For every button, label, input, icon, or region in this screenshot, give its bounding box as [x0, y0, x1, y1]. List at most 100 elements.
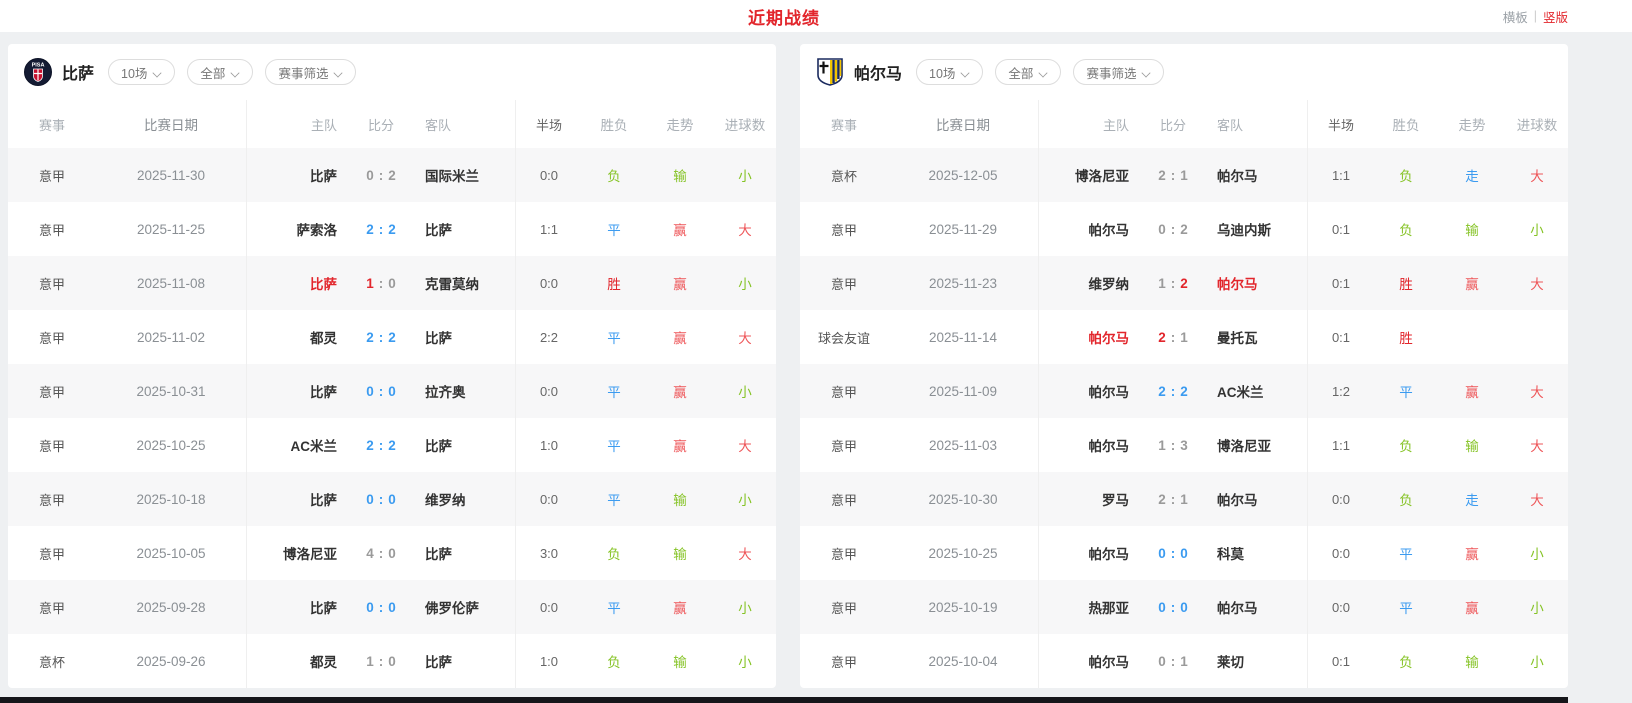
trend-cell: 输	[1438, 219, 1506, 239]
match-date-cell: 2025-10-18	[96, 492, 246, 507]
match-row[interactable]: 意甲 2025-09-28 比萨 0:0 佛罗伦萨 0:0 平 赢 小	[8, 580, 776, 634]
score-home: 1	[1158, 276, 1166, 291]
table-body: 意甲 2025-11-30 比萨 0:2 国际米兰 0:0 负 输 小 意甲 2…	[8, 148, 776, 688]
match-row[interactable]: 意甲 2025-10-19 热那亚 0:0 帕尔马 0:0 平 赢 小	[800, 580, 1568, 634]
away-team: 科莫	[1205, 543, 1307, 563]
layout-horizontal-link[interactable]: 横板	[1503, 7, 1528, 26]
win-loss-cell: 负	[1374, 489, 1438, 509]
filter-group: 10场 全部 赛事筛选	[916, 59, 1164, 85]
match-row[interactable]: 意杯 2025-09-26 都灵 1:0 比萨 1:0 负 输 小	[8, 634, 776, 688]
competition-cell: 意杯	[8, 652, 96, 671]
win-loss-cell: 胜	[582, 273, 646, 293]
match-row[interactable]: 意甲 2025-10-25 AC米兰 2:2 比萨 1:0 平 赢 大	[8, 418, 776, 472]
trend-cell: 走	[1438, 165, 1506, 185]
match-row[interactable]: 意甲 2025-11-08 比萨 1:0 克雷莫纳 0:0 胜 赢 小	[8, 256, 776, 310]
match-date-cell: 2025-10-19	[888, 600, 1038, 615]
win-loss-cell: 负	[1374, 435, 1438, 455]
score-home: 2	[1158, 330, 1166, 345]
home-team: 比萨	[247, 597, 349, 617]
filter-dropdown[interactable]: 全部	[187, 59, 253, 85]
match-row[interactable]: 意甲 2025-10-30 罗马 2:1 帕尔马 0:0 负 走 大	[800, 472, 1568, 526]
filter-dropdown[interactable]: 10场	[916, 59, 983, 85]
match-row[interactable]: 意甲 2025-10-04 帕尔马 0:1 莱切 0:1 负 输 小	[800, 634, 1568, 688]
match-row[interactable]: 意甲 2025-11-30 比萨 0:2 国际米兰 0:0 负 输 小	[8, 148, 776, 202]
svg-text:PISA: PISA	[32, 63, 45, 69]
score: 1:0	[349, 654, 413, 669]
match-row[interactable]: 意甲 2025-11-09 帕尔马 2:2 AC米兰 1:2 平 赢 大	[800, 364, 1568, 418]
halftime-score-cell: 0:1	[1308, 330, 1374, 345]
match-date-cell: 2025-11-23	[888, 276, 1038, 291]
trend-cell: 赢	[646, 381, 714, 401]
match-date-cell: 2025-11-30	[96, 168, 246, 183]
competition-cell: 意甲	[8, 544, 96, 563]
bottom-scroll-bar[interactable]	[0, 697, 1568, 703]
score-colon: :	[379, 168, 384, 183]
trend-cell: 赢	[1438, 381, 1506, 401]
layout-vertical-link[interactable]: 竖版	[1543, 7, 1568, 26]
match-row[interactable]: 意甲 2025-10-18 比萨 0:0 维罗纳 0:0 平 输 小	[8, 472, 776, 526]
col-header-halftime: 半场	[516, 115, 582, 134]
score-home: 0	[366, 168, 374, 183]
filter-dropdown[interactable]: 10场	[108, 59, 175, 85]
goals-over-under-cell: 小	[714, 165, 776, 185]
score-away: 0	[388, 276, 396, 291]
goals-over-under-cell: 小	[1506, 543, 1568, 563]
score-colon: :	[1171, 222, 1176, 237]
match-row[interactable]: 意甲 2025-11-23 维罗纳 1:2 帕尔马 0:1 胜 赢 大	[800, 256, 1568, 310]
match-row[interactable]: 意甲 2025-10-05 博洛尼亚 4:0 比萨 3:0 负 输 大	[8, 526, 776, 580]
away-team: 帕尔马	[1205, 597, 1307, 617]
score-away: 1	[1180, 492, 1188, 507]
score: 2:1	[1141, 168, 1205, 183]
win-loss-cell: 平	[582, 489, 646, 509]
score-colon: :	[379, 654, 384, 669]
away-team: 博洛尼亚	[1205, 435, 1307, 455]
win-loss-cell: 胜	[1374, 273, 1438, 293]
score-colon: :	[379, 276, 384, 291]
filter-dropdown[interactable]: 赛事筛选	[1073, 59, 1164, 85]
away-team: 帕尔马	[1205, 489, 1307, 509]
filter-dropdown[interactable]: 赛事筛选	[265, 59, 356, 85]
away-team: 比萨	[413, 327, 515, 347]
competition-cell: 意甲	[8, 490, 96, 509]
match-date-cell: 2025-12-05	[888, 168, 1038, 183]
goals-over-under-cell: 小	[1506, 651, 1568, 671]
score-away: 2	[388, 168, 396, 183]
win-loss-cell: 平	[582, 597, 646, 617]
filter-dropdown-label: 全部	[200, 63, 225, 82]
chevron-down-icon	[961, 68, 970, 77]
filter-dropdown[interactable]: 全部	[995, 59, 1061, 85]
competition-cell: 意甲	[800, 436, 888, 455]
win-loss-cell: 平	[1374, 543, 1438, 563]
match-row[interactable]: 意甲 2025-10-25 帕尔马 0:0 科莫 0:0 平 赢 小	[800, 526, 1568, 580]
match-row[interactable]: 球会友谊 2025-11-14 帕尔马 2:1 曼托瓦 0:1 胜	[800, 310, 1568, 364]
score: 1:0	[349, 276, 413, 291]
match-row[interactable]: 意甲 2025-10-31 比萨 0:0 拉齐奥 0:0 平 赢 小	[8, 364, 776, 418]
match-row[interactable]: 意甲 2025-11-03 帕尔马 1:3 博洛尼亚 1:1 负 输 大	[800, 418, 1568, 472]
match-row[interactable]: 意甲 2025-11-29 帕尔马 0:2 乌迪内斯 0:1 负 输 小	[800, 202, 1568, 256]
goals-over-under-cell: 大	[714, 327, 776, 347]
score-colon: :	[379, 222, 384, 237]
filter-dropdown-label: 赛事筛选	[278, 63, 328, 82]
goals-over-under-cell: 小	[714, 489, 776, 509]
score: 0:2	[349, 168, 413, 183]
score: 2:1	[1141, 330, 1205, 345]
match-date-cell: 2025-11-08	[96, 276, 246, 291]
halftime-score-cell: 1:0	[516, 654, 582, 669]
match-row[interactable]: 意甲 2025-11-02 都灵 2:2 比萨 2:2 平 赢 大	[8, 310, 776, 364]
match-row[interactable]: 意甲 2025-11-25 萨索洛 2:2 比萨 1:1 平 赢 大	[8, 202, 776, 256]
score-colon: :	[1171, 384, 1176, 399]
col-header-home: 主队	[1039, 115, 1141, 134]
match-date-cell: 2025-11-02	[96, 330, 246, 345]
home-team: 比萨	[247, 165, 349, 185]
score-home: 0	[366, 384, 374, 399]
score-home: 4	[366, 546, 374, 561]
match-row[interactable]: 意杯 2025-12-05 博洛尼亚 2:1 帕尔马 1:1 负 走 大	[800, 148, 1568, 202]
match-date-cell: 2025-10-25	[96, 438, 246, 453]
score: 2:2	[349, 222, 413, 237]
home-team: 比萨	[247, 273, 349, 293]
competition-cell: 意甲	[8, 328, 96, 347]
score-colon: :	[379, 546, 384, 561]
score-home: 0	[1158, 600, 1166, 615]
score-away: 2	[1180, 276, 1188, 291]
halftime-score-cell: 0:0	[516, 600, 582, 615]
